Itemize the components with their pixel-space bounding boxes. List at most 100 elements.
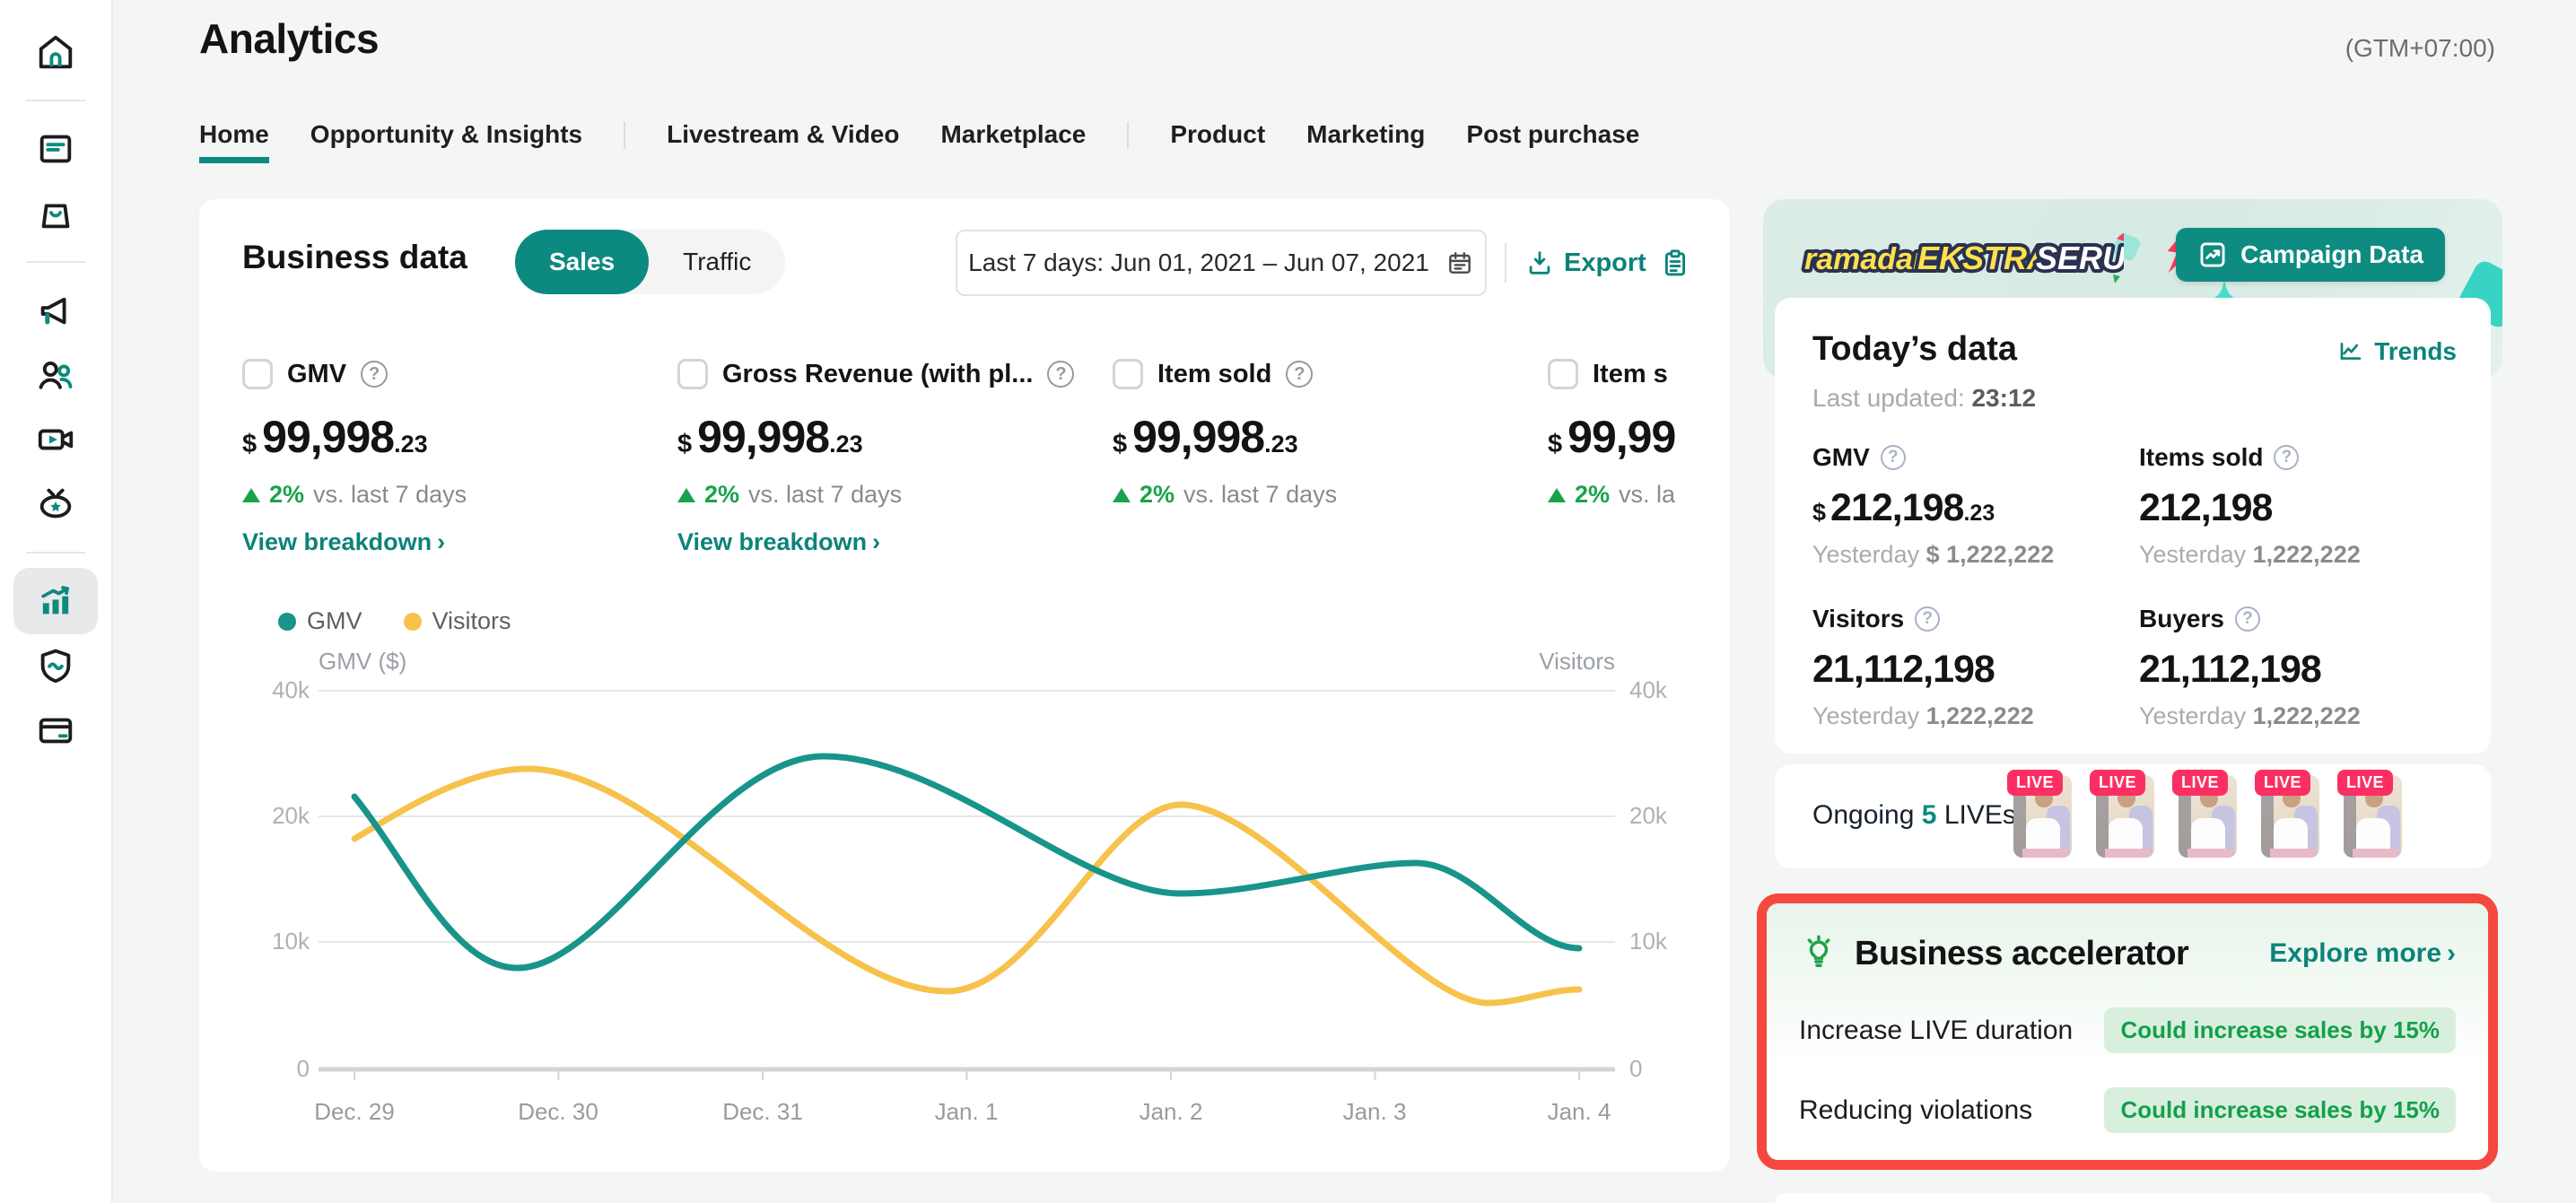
business-data-title: Business data	[242, 239, 467, 276]
live-thumbnail[interactable]: LIVE	[2096, 775, 2154, 858]
sales-traffic-toggle: Sales Traffic	[515, 230, 785, 294]
toggle-sales[interactable]: Sales	[515, 230, 649, 294]
download-icon	[1524, 248, 1555, 278]
currency-sign: $	[242, 430, 257, 459]
ramadan-ekstra-seru-logo: ramadan EKSTRA SERU	[1801, 222, 2124, 291]
live-thumbnail[interactable]: LIVE	[2261, 775, 2319, 858]
yesterday-value: Yesterday 1,222,222	[2139, 702, 2462, 730]
legend-visitors[interactable]: Visitors	[404, 607, 511, 635]
x-tick: Jan. 1	[890, 1098, 1043, 1126]
view-breakdown-link[interactable]: View breakdown ›	[677, 528, 1099, 556]
change-pct: 2%	[1140, 481, 1174, 509]
page-title: Analytics	[199, 14, 379, 63]
last-updated-label: Last updated:	[1812, 384, 1965, 412]
clipboard-icon[interactable]	[1659, 247, 1691, 279]
change-pct: 2%	[269, 481, 304, 509]
sidebar-item-marketing[interactable]	[0, 278, 111, 343]
up-arrow-icon	[1113, 488, 1131, 502]
metric-value: $ 99,998 .23	[242, 411, 664, 463]
ongoing-lives-card: Ongoing 5 LIVEs LIVE LIVE LIVE LIVE LIVE	[1775, 764, 2491, 868]
stat-buyers: Buyers ? 21,112,198 Yesterday 1,222,222	[2139, 605, 2462, 730]
y-tick-left: 0	[233, 1055, 310, 1083]
sidebar-item-documents[interactable]	[0, 117, 111, 181]
live-badge: LIVE	[2007, 770, 2063, 796]
help-icon[interactable]: ?	[1881, 445, 1906, 470]
tab-post-purchase[interactable]: Post purchase	[1466, 120, 1639, 161]
gross-revenue-checkbox[interactable]	[677, 359, 708, 389]
sidebar-item-affiliate[interactable]	[0, 343, 111, 407]
campaign-data-label: Campaign Data	[2240, 240, 2423, 269]
sidebar-item-live[interactable]	[0, 472, 111, 536]
help-icon[interactable]: ?	[1047, 361, 1074, 388]
gmv-checkbox[interactable]	[242, 359, 273, 389]
business-accelerator-highlight: Business accelerator Explore more › Incr…	[1757, 894, 2498, 1170]
change-vs: vs. last 7 days	[313, 481, 467, 509]
explore-more-link[interactable]: Explore more ›	[2269, 938, 2456, 969]
chevron-right-icon: ›	[2447, 938, 2456, 969]
shield-icon	[35, 645, 76, 686]
up-arrow-icon	[242, 488, 260, 502]
value-int: 212,198	[1830, 486, 1963, 530]
chart-legend: GMV Visitors	[278, 607, 511, 635]
megaphone-icon	[35, 290, 76, 331]
sidebar	[0, 0, 113, 1203]
toggle-traffic[interactable]: Traffic	[649, 230, 785, 294]
live-thumbnail[interactable]: LIVE	[2179, 775, 2237, 858]
tab-marketplace[interactable]: Marketplace	[940, 120, 1086, 161]
help-icon[interactable]: ?	[1286, 361, 1313, 388]
change-pct: 2%	[704, 481, 739, 509]
export-button[interactable]: Export	[1524, 248, 1646, 278]
trends-label: Trends	[2374, 337, 2457, 366]
sidebar-item-orders[interactable]	[0, 181, 111, 246]
y-tick-right: 0	[1629, 1055, 1706, 1083]
yesterday-value: Yesterday $ 1,222,222	[1812, 541, 2135, 569]
value-dec: .23	[1963, 501, 1995, 527]
help-icon[interactable]: ?	[2274, 445, 2299, 470]
sidebar-item-compliance[interactable]	[0, 633, 111, 698]
ongoing-lives-label: Ongoing 5 LIVEs	[1812, 800, 2016, 831]
sidebar-item-finance[interactable]	[0, 698, 111, 763]
help-icon[interactable]: ?	[1915, 606, 1940, 632]
tab-product[interactable]: Product	[1170, 120, 1265, 161]
tab-marketing[interactable]: Marketing	[1306, 120, 1425, 161]
analytics-tabs: Home Opportunity & Insights Livestream &…	[199, 120, 1639, 161]
stat-label: Buyers	[2139, 605, 2224, 633]
tab-livestream-video[interactable]: Livestream & Video	[667, 120, 899, 161]
campaign-data-button[interactable]: Campaign Data	[2176, 228, 2445, 282]
visitors-dot-icon	[404, 613, 422, 631]
stat-items-sold: Items sold ? 212,198 Yesterday 1,222,222	[2139, 443, 2462, 569]
video-camera-icon	[35, 419, 76, 460]
change-pct: 2%	[1575, 481, 1610, 509]
business-accelerator-card: Business accelerator Explore more › Incr…	[1767, 903, 2488, 1160]
x-tick: Jan. 2	[1095, 1098, 1247, 1126]
currency-sign: $	[1113, 430, 1127, 459]
calendar-icon	[1445, 248, 1474, 277]
legend-gmv[interactable]: GMV	[278, 607, 362, 635]
live-thumbnail[interactable]: LIVE	[2344, 775, 2402, 858]
accelerator-item[interactable]: Reducing violations Could increase sales…	[1799, 1087, 2456, 1133]
sidebar-item-video[interactable]	[0, 407, 111, 472]
x-tick: Dec. 29	[278, 1098, 431, 1126]
tab-home[interactable]: Home	[199, 120, 269, 161]
view-breakdown-link[interactable]: View breakdown ›	[242, 528, 664, 556]
date-range-picker[interactable]: Last 7 days: Jun 01, 2021 – Jun 07, 2021	[956, 230, 1487, 296]
item-sold-checkbox[interactable]	[1113, 359, 1143, 389]
stat-label: Visitors	[1812, 605, 1904, 633]
date-range-label: Last 7 days: Jun 01, 2021 – Jun 07, 2021	[968, 248, 1429, 277]
y-tick-right: 40k	[1629, 676, 1706, 704]
lives-count: 5	[1922, 800, 1937, 830]
tab-divider	[1127, 122, 1129, 149]
live-badge: LIVE	[2255, 770, 2310, 796]
stat-label: GMV	[1812, 443, 1870, 472]
help-icon[interactable]: ?	[361, 361, 388, 388]
live-thumbnail[interactable]: LIVE	[2013, 775, 2072, 858]
tab-opportunity-insights[interactable]: Opportunity & Insights	[310, 120, 582, 161]
line-chart[interactable]	[319, 684, 1615, 1085]
trends-link[interactable]: Trends	[2336, 337, 2457, 366]
accelerator-item[interactable]: Increase LIVE duration Could increase sa…	[1799, 1007, 2456, 1053]
sidebar-item-home[interactable]	[0, 20, 111, 84]
help-icon[interactable]: ?	[2235, 606, 2260, 632]
sidebar-item-analytics[interactable]	[0, 569, 111, 633]
item-checkbox[interactable]	[1548, 359, 1578, 389]
x-tick: Jan. 3	[1298, 1098, 1451, 1126]
